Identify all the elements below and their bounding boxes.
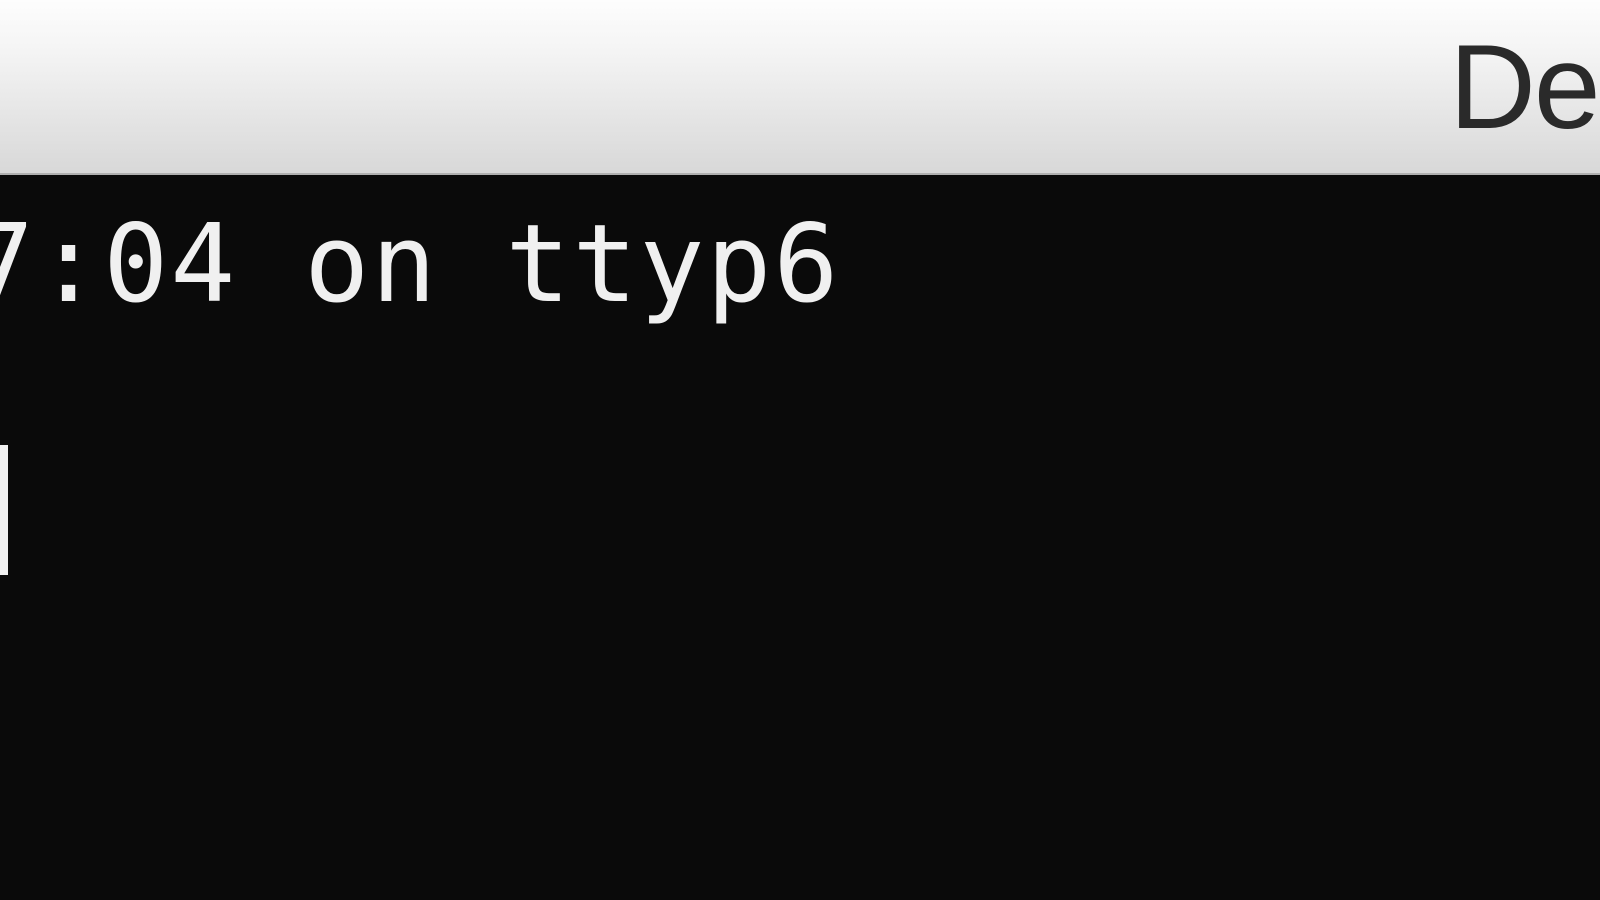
prompt-line[interactable]: mmand:: [0, 445, 1600, 575]
text-cursor: [0, 445, 8, 575]
window-titlebar[interactable]: Def: [0, 0, 1600, 175]
window-title: Def: [1449, 18, 1600, 156]
last-login-line: 20 22:57:04 on ttyp6: [0, 185, 1600, 327]
terminal-viewport[interactable]: 20 22:57:04 on ttyp6 mmand:: [0, 175, 1600, 900]
